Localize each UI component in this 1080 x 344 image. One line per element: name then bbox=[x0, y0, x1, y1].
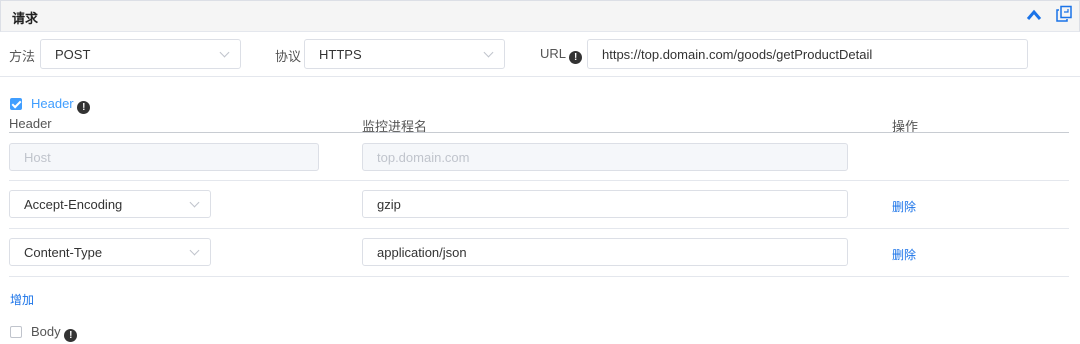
method-label: 方法 bbox=[9, 49, 36, 64]
header-key-input: Host bbox=[9, 143, 319, 171]
table-cell: gzip bbox=[377, 196, 401, 212]
url-value: https://top.domain.com/goods/getProductD… bbox=[602, 46, 873, 62]
divider bbox=[0, 76, 1080, 77]
row-divider bbox=[9, 228, 1069, 229]
add-header-button[interactable]: 增加 bbox=[10, 291, 34, 308]
row-divider bbox=[9, 180, 1069, 181]
chevron-down-icon bbox=[189, 245, 200, 256]
url-input[interactable]: https://top.domain.com/goods/getProductD… bbox=[587, 39, 1028, 69]
delete-button[interactable]: 删除 bbox=[892, 198, 916, 215]
info-icon: ! bbox=[569, 51, 583, 64]
body-toggle[interactable]: Body ! bbox=[31, 324, 78, 342]
col-header: Header bbox=[9, 116, 52, 131]
panel-header bbox=[0, 0, 1080, 32]
body-checkbox[interactable] bbox=[10, 326, 22, 338]
copy-icon[interactable] bbox=[1055, 5, 1073, 23]
header-value-input[interactable]: application/json bbox=[362, 238, 848, 266]
chevron-down-icon bbox=[483, 47, 494, 58]
method-select[interactable]: POST bbox=[40, 39, 241, 69]
table-cell: Content-Type bbox=[24, 244, 103, 260]
delete-button[interactable]: 删除 bbox=[892, 246, 916, 263]
protocol-label: 协议 bbox=[275, 49, 302, 64]
chevron-down-icon bbox=[189, 197, 200, 208]
info-icon: ! bbox=[64, 329, 78, 342]
table-cell: Host bbox=[24, 149, 51, 165]
info-icon: ! bbox=[77, 101, 91, 114]
table-cell: application/json bbox=[377, 244, 467, 260]
header-key-select[interactable]: Accept-Encoding bbox=[9, 190, 211, 218]
header-key-select[interactable]: Content-Type bbox=[9, 238, 211, 266]
method-value: POST bbox=[55, 46, 91, 62]
header-value-input[interactable]: gzip bbox=[362, 190, 848, 218]
panel-title: 请求 bbox=[12, 11, 39, 26]
table-cell: Accept-Encoding bbox=[24, 196, 123, 212]
protocol-select[interactable]: HTTPS bbox=[304, 39, 505, 69]
url-label: URL ! bbox=[540, 46, 583, 64]
chevron-down-icon bbox=[219, 47, 230, 58]
table-head-divider bbox=[9, 132, 1069, 133]
chevron-up-icon[interactable] bbox=[1026, 9, 1042, 21]
header-checkbox[interactable] bbox=[10, 98, 22, 110]
header-toggle[interactable]: Header ! bbox=[31, 96, 91, 114]
header-value-input: top.domain.com bbox=[362, 143, 848, 171]
table-cell: top.domain.com bbox=[377, 149, 470, 165]
row-divider bbox=[9, 276, 1069, 277]
protocol-value: HTTPS bbox=[319, 46, 362, 62]
